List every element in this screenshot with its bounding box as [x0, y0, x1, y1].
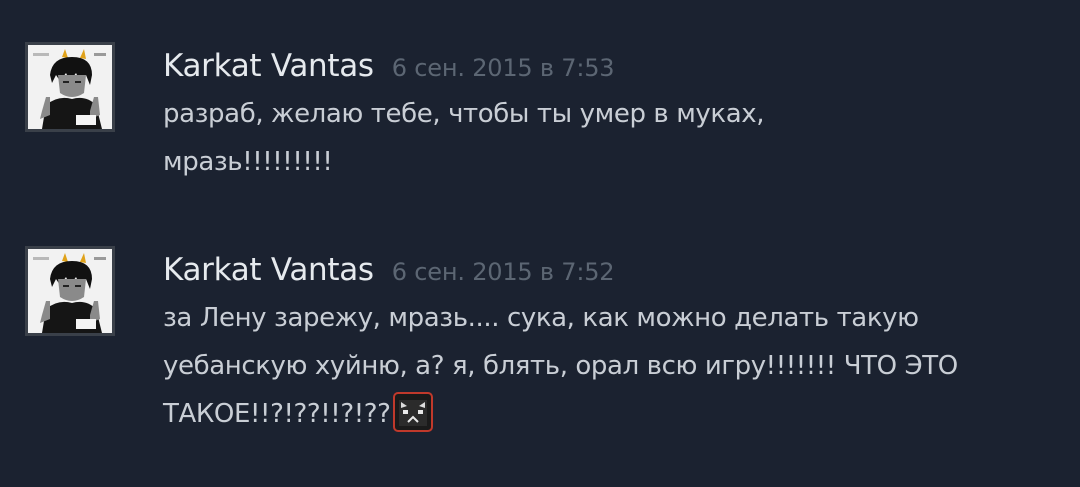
comment-body: Karkat Vantas 6 сен. 2015 в 7:53 разраб, …: [163, 42, 1070, 186]
comment-text-wrapper: за Лену зарежу, мразь.... сука, как можн…: [163, 294, 1068, 438]
author-name[interactable]: Karkat Vantas: [163, 48, 374, 84]
comment-header: Karkat Vantas 6 сен. 2015 в 7:53: [163, 42, 1070, 90]
comment-text: разраб, желаю тебе, чтобы ты умер в мука…: [163, 99, 765, 177]
avatar[interactable]: [25, 246, 115, 336]
comment-timestamp: 6 сен. 2015 в 7:53: [391, 54, 615, 82]
comment-timestamp: 6 сен. 2015 в 7:52: [391, 258, 615, 286]
comment-header: Karkat Vantas 6 сен. 2015 в 7:52: [163, 246, 1070, 294]
user-avatar-icon: [28, 45, 112, 129]
user-avatar-icon: [28, 249, 112, 333]
comment-body: Karkat Vantas 6 сен. 2015 в 7:52 за Лену …: [163, 246, 1070, 438]
comment-text: за Лену зарежу, мразь.... сука, как можн…: [163, 303, 958, 429]
angry-face-emoticon: [392, 392, 433, 432]
author-name[interactable]: Karkat Vantas: [163, 252, 374, 288]
avatar[interactable]: [25, 42, 115, 132]
